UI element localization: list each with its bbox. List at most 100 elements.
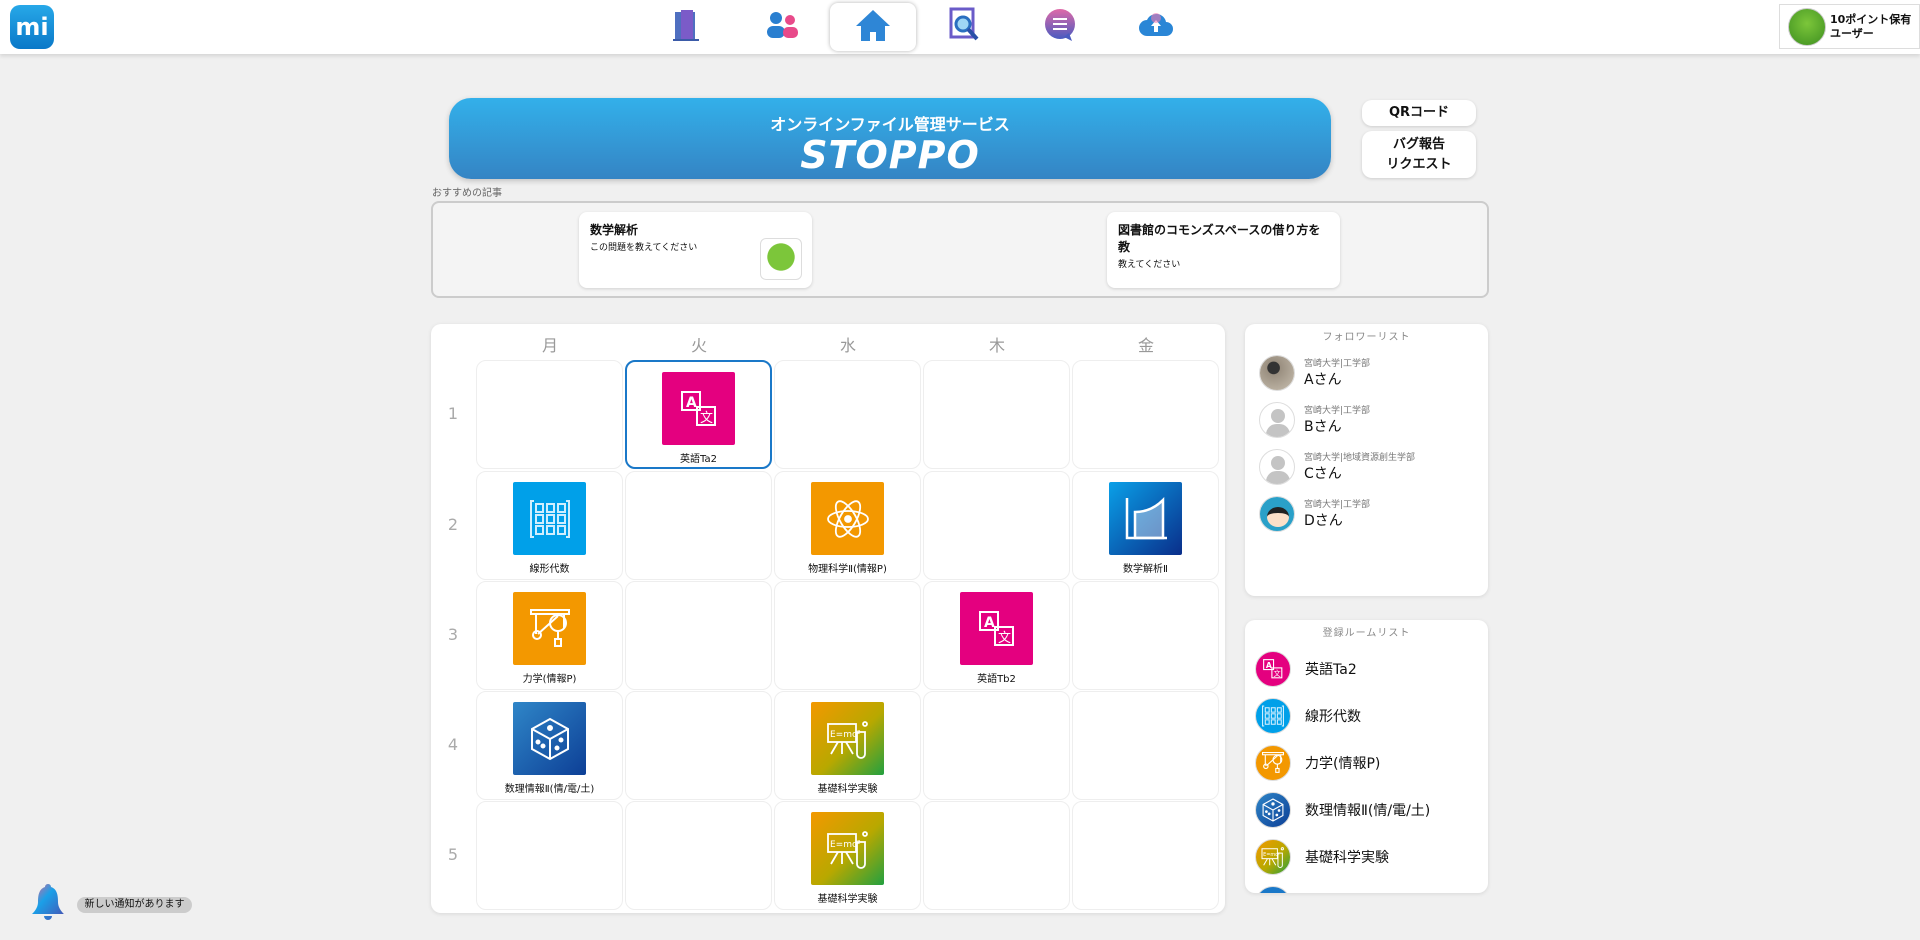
empty-cell[interactable] [1072, 691, 1219, 800]
svg-text:A: A [984, 615, 995, 631]
follower-list-title: フォロワーリスト [1322, 332, 1411, 343]
room-name: 線形代数 [1305, 708, 1361, 725]
article-title: 図書館のコモンズスペースの借り方を教 [1118, 223, 1321, 254]
room-list-title: 登録ルームリスト [1322, 628, 1411, 639]
nav-home-button[interactable] [830, 3, 916, 51]
class-cell[interactable]: 数理情報Ⅱ(情/電/土) [476, 691, 623, 800]
request-label: リクエスト [1386, 156, 1452, 172]
follower-item[interactable]: 宮崎大学|工学部 Dさん [1245, 490, 1488, 537]
class-cell[interactable]: 力学(情報P) [476, 581, 623, 690]
nav-users-button[interactable] [739, 3, 825, 51]
home-icon [854, 8, 892, 46]
follower-name: Aさん [1304, 372, 1342, 388]
follower-item[interactable]: 宮崎大学|工学部 Bさん [1245, 396, 1488, 443]
empty-cell[interactable] [923, 471, 1070, 580]
svg-text:文: 文 [998, 631, 1011, 646]
search-document-icon [948, 7, 982, 47]
article-card[interactable]: 数学解析 この問題を教えてください [579, 212, 812, 288]
user-menu[interactable]: 10ポイント保有 ユーザー [1779, 4, 1920, 49]
recommended-label: おすすめの記事 [432, 188, 502, 199]
translate-icon: A文 [1255, 650, 1291, 687]
svg-text:文: 文 [1274, 669, 1281, 678]
class-name: 物理科学Ⅱ(情報P) [808, 564, 887, 575]
empty-cell[interactable] [476, 360, 623, 469]
chat-icon [1042, 7, 1078, 47]
atom-icon [811, 482, 884, 555]
empty-cell[interactable] [774, 581, 921, 690]
article-card[interactable]: 図書館のコモンズスペースの借り方を教 教えてください [1107, 212, 1340, 288]
dice-icon [513, 702, 586, 775]
empty-cell[interactable] [1072, 581, 1219, 690]
day-header: 火 [690, 336, 707, 355]
notification-badge[interactable]: 新しい通知があります [77, 897, 192, 913]
svg-text:A: A [686, 395, 697, 411]
class-cell[interactable]: A 文英語Tb2 [923, 581, 1070, 690]
experiment-icon: E=mc² [811, 812, 884, 885]
class-name: 基礎科学実験 [817, 894, 878, 905]
room-item[interactable]: 線形代数 [1245, 692, 1488, 739]
room-item-partial [1245, 880, 1488, 893]
follower-item[interactable]: 宮崎大学|工学部 Aさん [1245, 349, 1488, 396]
empty-cell[interactable] [923, 360, 1070, 469]
app-logo[interactable]: mi [10, 5, 54, 49]
user-avatar [1788, 7, 1826, 46]
qr-code-button[interactable]: QRコード [1362, 100, 1476, 126]
follower-avatar [1259, 448, 1295, 485]
empty-cell[interactable] [1072, 360, 1219, 469]
matrix-icon [1255, 697, 1291, 734]
day-header: 水 [839, 336, 856, 355]
period-number: 5 [447, 845, 459, 864]
class-name: 力学(情報P) [522, 674, 577, 685]
nav-cloud-upload-button[interactable] [1113, 3, 1199, 51]
room-item[interactable]: E=mc² 基礎科学実験 [1245, 833, 1488, 880]
class-cell[interactable]: A 文英語Ta2 [625, 360, 772, 469]
empty-cell[interactable] [923, 691, 1070, 800]
room-item[interactable]: 力学(情報P) [1245, 739, 1488, 786]
class-cell[interactable]: E=mc² 基礎科学実験 [774, 691, 921, 800]
class-cell[interactable]: E=mc² 基礎科学実験 [774, 801, 921, 910]
nav-door-button[interactable] [644, 3, 730, 51]
bug-report-button[interactable]: バグ報告 リクエスト [1362, 131, 1476, 178]
empty-cell[interactable] [1072, 801, 1219, 910]
qr-label: QRコード [1388, 105, 1450, 120]
room-name: 数理情報Ⅱ(情/電/土) [1305, 802, 1431, 819]
follower-university: 宮崎大学|地域資源創生学部 [1304, 453, 1416, 463]
translate-icon: A文 [960, 592, 1033, 665]
follower-avatar [1259, 401, 1295, 438]
bug-label: バグ報告 [1392, 136, 1445, 152]
experiment-icon: E=mc² [811, 702, 884, 775]
room-item[interactable]: 数理情報Ⅱ(情/電/土) [1245, 786, 1488, 833]
follower-university: 宮崎大学|工学部 [1304, 359, 1371, 369]
empty-cell[interactable] [923, 801, 1070, 910]
class-cell[interactable]: 線形代数 [476, 471, 623, 580]
follower-university: 宮崎大学|工学部 [1304, 500, 1371, 510]
room-list: 登録ルームリスト A 文英語Ta2 線形代数 力学(情報P) 数理情報Ⅱ(情/電/土) E… [1245, 620, 1488, 893]
room-name: 英語Ta2 [1305, 661, 1357, 678]
empty-cell[interactable] [625, 581, 772, 690]
follower-name: Cさん [1304, 466, 1342, 482]
mascot-thumbnail [760, 238, 802, 280]
class-cell[interactable]: 物理科学Ⅱ(情報P) [774, 471, 921, 580]
room-item[interactable]: A 文英語Ta2 [1245, 645, 1488, 692]
empty-cell[interactable] [625, 471, 772, 580]
empty-cell[interactable] [774, 360, 921, 469]
day-header: 木 [988, 336, 1005, 355]
follower-item[interactable]: 宮崎大学|地域資源創生学部 Cさん [1245, 443, 1488, 490]
article-body: 教えてください [1118, 260, 1181, 270]
nav-chat-button[interactable] [1017, 3, 1103, 51]
empty-cell[interactable] [476, 801, 623, 910]
empty-cell[interactable] [625, 801, 772, 910]
bell-icon[interactable] [29, 882, 67, 930]
user-points: 10ポイント保有 [1830, 12, 1912, 26]
class-name: 線形代数 [529, 564, 570, 575]
matrix-icon [513, 482, 586, 555]
nav-search-document-button[interactable] [922, 3, 1008, 51]
empty-cell[interactable] [625, 691, 772, 800]
period-number: 4 [447, 735, 459, 754]
integral-icon [1109, 482, 1182, 555]
follower-name: Bさん [1304, 419, 1342, 435]
class-name: 基礎科学実験 [817, 784, 878, 795]
svg-text:A: A [1266, 660, 1272, 669]
door-icon [671, 8, 703, 46]
class-cell[interactable]: 数学解析Ⅱ [1072, 471, 1219, 580]
